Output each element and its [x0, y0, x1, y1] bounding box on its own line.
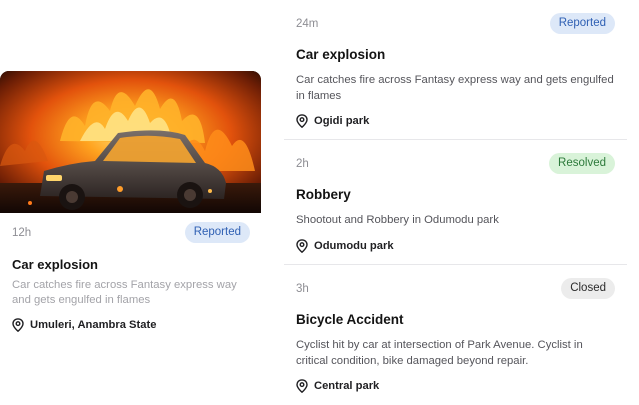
list-item[interactable]: 2h Resolved Robbery Shootout and Robbery… — [284, 140, 627, 264]
list-item[interactable]: 3h Closed Bicycle Accident Cyclist hit b… — [284, 265, 627, 405]
time-ago: 3h — [296, 283, 309, 295]
status-badge[interactable]: Resolved — [549, 153, 615, 174]
status-badge[interactable]: Reported — [549, 13, 615, 34]
location-label: Central park — [314, 380, 380, 392]
incident-photo — [0, 71, 261, 213]
incident-title: Robbery — [296, 187, 351, 202]
location-pin-icon — [296, 379, 308, 393]
status-badge[interactable]: Reported — [184, 222, 250, 243]
list-item[interactable]: 24m Reported Car explosion Car catches f… — [284, 0, 627, 139]
incident-description: Shootout and Robbery in Odumodu park — [296, 214, 499, 226]
featured-location[interactable]: Umuleri, Anambra State — [12, 318, 156, 332]
featured-incident-card[interactable]: 12h Reported Car explosion Car catches f… — [0, 71, 262, 341]
incident-location[interactable]: Central park — [296, 379, 379, 393]
location-pin-icon — [296, 239, 308, 253]
incident-location[interactable]: Odumodu park — [296, 239, 394, 253]
time-ago: 12h — [12, 227, 32, 239]
time-ago: 24m — [296, 18, 319, 30]
incident-title: Car explosion — [12, 257, 98, 272]
incident-title: Car explosion — [296, 47, 386, 62]
incident-location[interactable]: Ogidi park — [296, 114, 369, 128]
location-pin-icon — [12, 318, 24, 332]
status-badge[interactable]: Closed — [561, 278, 615, 299]
location-pin-icon — [296, 114, 308, 128]
location-label: Ogidi park — [314, 115, 370, 127]
incident-title: Bicycle Accident — [296, 312, 404, 327]
featured-meta: 12h Reported — [12, 222, 250, 244]
incident-list: 24m Reported Car explosion Car catches f… — [284, 0, 627, 405]
incident-description: Car catches fire across Fantasy express … — [296, 74, 614, 102]
location-label: Umuleri, Anambra State — [30, 319, 157, 331]
incident-description: Cyclist hit by car at intersection of Pa… — [296, 339, 583, 367]
incident-description: Car catches fire across Fantasy express … — [12, 279, 237, 306]
time-ago: 2h — [296, 158, 309, 170]
location-label: Odumodu park — [314, 240, 394, 252]
